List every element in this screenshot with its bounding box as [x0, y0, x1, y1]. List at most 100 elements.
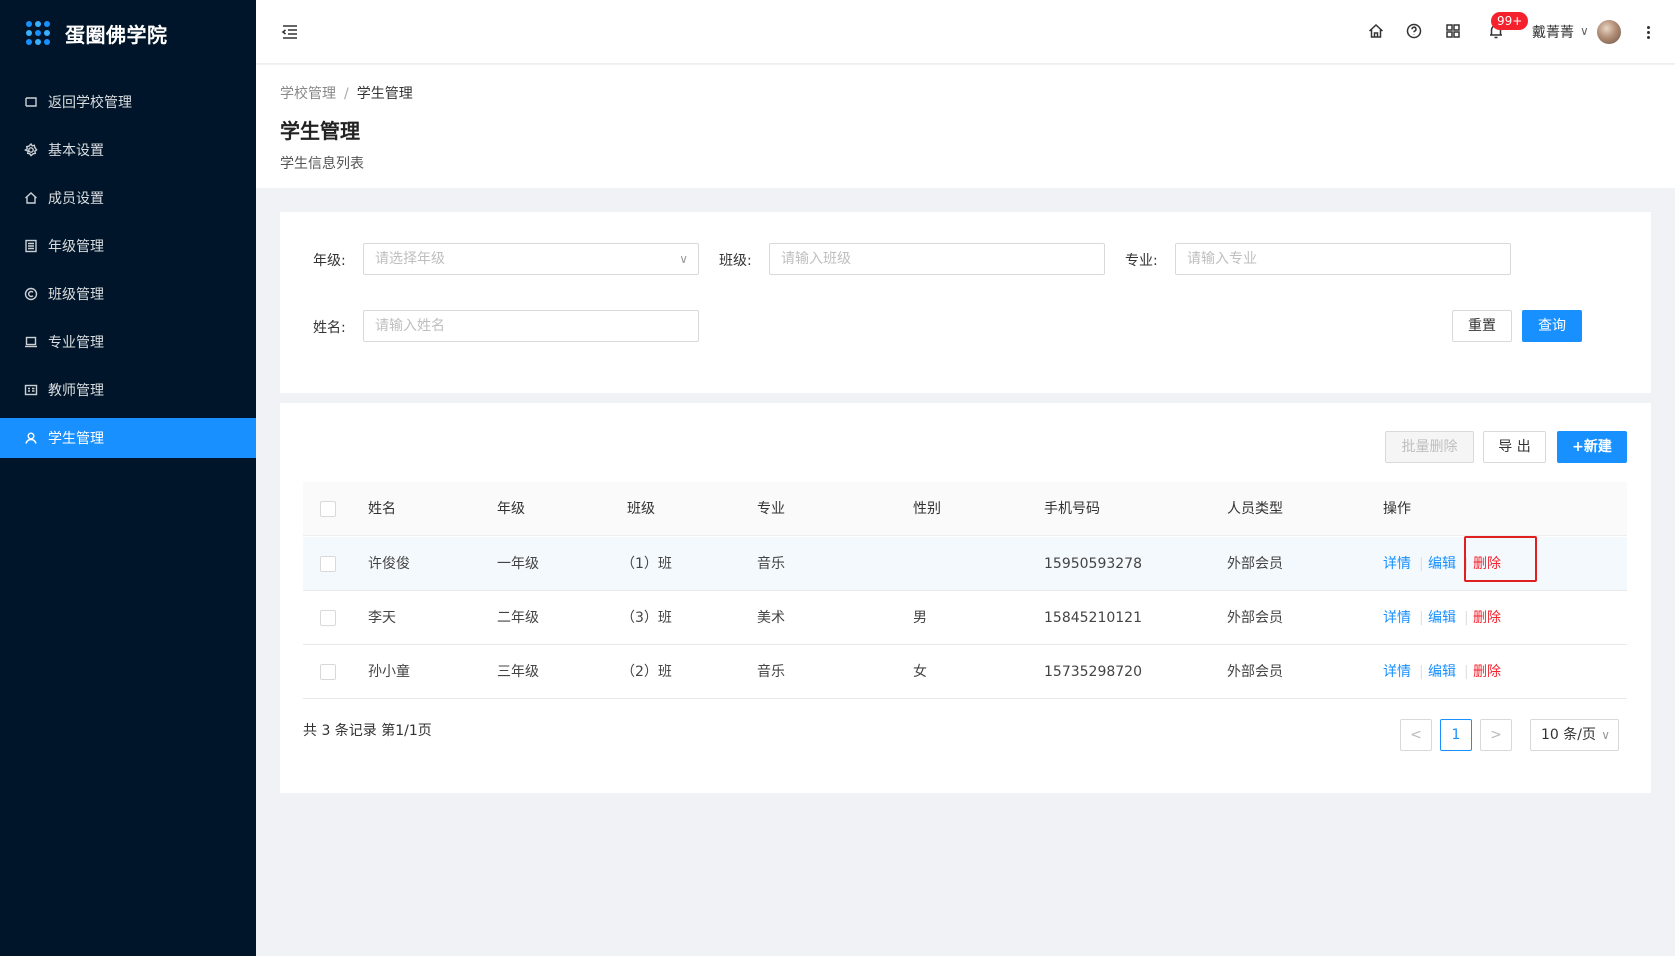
chevron-down-icon: ∨	[1601, 728, 1610, 742]
row-checkbox[interactable]	[320, 664, 336, 680]
back-icon	[24, 95, 38, 109]
column-header: 手机号码	[1044, 501, 1100, 517]
sidebar-item-grades[interactable]: 年级管理	[0, 226, 256, 266]
page-size-value: 10 条/页	[1541, 727, 1596, 743]
sidebar-item-label: 专业管理	[48, 335, 104, 351]
page-size-select[interactable]: 10 条/页 ∨	[1530, 719, 1619, 751]
logo[interactable]: 蛋圈佛学院	[0, 0, 256, 66]
name-label: 姓名:	[313, 320, 346, 336]
table-header: 姓名 年级 班级 专业 性别 手机号码 人员类型 操作	[303, 482, 1627, 536]
cell-gender: 女	[913, 664, 927, 680]
column-header: 性别	[913, 501, 941, 517]
reset-button[interactable]: 重置	[1452, 310, 1512, 342]
export-button[interactable]: 导 出	[1483, 431, 1546, 463]
table-row[interactable]: 孙小童 三年级 （2）班 音乐 女 15735298720 外部会员 详情 | …	[303, 645, 1627, 699]
name-placeholder: 请输入姓名	[375, 318, 445, 334]
breadcrumb-separator: /	[344, 86, 349, 102]
sidebar-item-label: 教师管理	[48, 383, 104, 399]
grade-label: 年级:	[313, 253, 346, 269]
breadcrumb-parent[interactable]: 学校管理	[280, 86, 336, 102]
user-name[interactable]: 戴菁菁	[1532, 22, 1574, 42]
cell-phone: 15950593278	[1044, 556, 1142, 572]
student-table-card: 批量删除 导 出 +新建 姓名 年级 班级 专业 性别 手机号码 人员类型 操作…	[280, 403, 1651, 793]
chevron-down-icon[interactable]: ∨	[1580, 24, 1589, 38]
top-header	[256, 0, 1675, 64]
sidebar-item-basic-settings[interactable]: 基本设置	[0, 130, 256, 170]
detail-link[interactable]: 详情	[1383, 591, 1411, 645]
name-input[interactable]: 请输入姓名	[363, 310, 699, 342]
sidebar-item-teachers[interactable]: 教师管理	[0, 370, 256, 410]
notification-badge: 99+	[1491, 12, 1529, 30]
menu-fold-icon[interactable]	[280, 22, 300, 42]
cell-major: 音乐	[757, 556, 785, 572]
detail-link[interactable]: 详情	[1383, 537, 1411, 591]
major-label: 专业:	[1125, 253, 1158, 269]
list-icon	[24, 239, 38, 253]
detail-link[interactable]: 详情	[1383, 645, 1411, 699]
row-checkbox[interactable]	[320, 556, 336, 572]
grade-select[interactable]: 请选择年级 ∨	[363, 243, 699, 275]
page-title: 学生管理	[280, 119, 360, 143]
major-input[interactable]: 请输入专业	[1175, 243, 1511, 275]
column-header: 操作	[1383, 501, 1411, 517]
page-header: 学校管理 / 学生管理 学生管理 学生信息列表	[256, 65, 1675, 188]
action-separator: |	[1419, 664, 1424, 680]
cell-gender: 男	[913, 610, 927, 626]
class-input[interactable]: 请输入班级	[769, 243, 1105, 275]
column-header: 年级	[497, 501, 525, 517]
breadcrumb: 学校管理 / 学生管理	[280, 83, 413, 103]
sidebar-menu: 返回学校管理 基本设置 成员设置 年级管理 班级管理 专业管理 教师管理 学生管…	[0, 82, 256, 458]
app-title: 蛋圈佛学院	[65, 22, 168, 47]
new-button[interactable]: +新建	[1557, 431, 1627, 463]
table-row[interactable]: 李天 二年级 （3）班 美术 男 15845210121 外部会员 详情 | 编…	[303, 591, 1627, 645]
page-1-button[interactable]: 1	[1440, 719, 1472, 751]
delete-link[interactable]: 删除	[1473, 537, 1501, 591]
action-separator: |	[1419, 556, 1424, 572]
class-label: 班级:	[719, 253, 752, 269]
sidebar-item-majors[interactable]: 专业管理	[0, 322, 256, 362]
id-card-icon	[24, 383, 38, 397]
gear-icon	[24, 143, 38, 157]
sidebar-item-label: 返回学校管理	[48, 95, 132, 111]
delete-link[interactable]: 删除	[1473, 645, 1501, 699]
cell-type: 外部会员	[1227, 556, 1283, 572]
action-separator: |	[1419, 610, 1424, 626]
table-row[interactable]: 许俊俊 一年级 （1）班 音乐 15950593278 外部会员 详情 | 编辑…	[303, 537, 1627, 591]
action-separator: |	[1464, 610, 1469, 626]
sidebar-item-students[interactable]: 学生管理	[0, 418, 256, 458]
row-checkbox[interactable]	[320, 610, 336, 626]
query-button[interactable]: 查询	[1522, 310, 1582, 342]
edit-link[interactable]: 编辑	[1428, 537, 1456, 591]
question-icon[interactable]	[1405, 22, 1423, 40]
sidebar-item-label: 年级管理	[48, 239, 104, 255]
cell-name: 许俊俊	[368, 556, 410, 572]
batch-delete-button[interactable]: 批量删除	[1385, 431, 1474, 463]
next-page-button[interactable]: >	[1480, 719, 1512, 751]
cell-phone: 15735298720	[1044, 664, 1142, 680]
edit-link[interactable]: 编辑	[1428, 591, 1456, 645]
column-header: 班级	[627, 501, 655, 517]
sidebar-item-classes[interactable]: 班级管理	[0, 274, 256, 314]
sidebar-item-label: 基本设置	[48, 143, 104, 159]
pagination-total: 共 3 条记录 第1/1页	[303, 723, 432, 739]
class-placeholder: 请输入班级	[781, 251, 851, 267]
column-header: 人员类型	[1227, 501, 1283, 517]
sidebar-item-back[interactable]: 返回学校管理	[0, 82, 256, 122]
grid-logo-icon	[26, 21, 50, 45]
sidebar-item-members[interactable]: 成员设置	[0, 178, 256, 218]
prev-page-button[interactable]: <	[1400, 719, 1432, 751]
cell-major: 音乐	[757, 664, 785, 680]
select-all-checkbox[interactable]	[320, 501, 336, 517]
sidebar-item-label: 学生管理	[48, 431, 104, 447]
breadcrumb-current: 学生管理	[356, 86, 413, 102]
avatar[interactable]	[1597, 20, 1621, 44]
apps-icon[interactable]	[1444, 22, 1462, 40]
cell-name: 李天	[368, 610, 396, 626]
more-vertical-icon[interactable]	[1645, 20, 1651, 44]
delete-link[interactable]: 删除	[1473, 591, 1501, 645]
home-icon[interactable]	[1367, 22, 1385, 40]
copyright-icon	[24, 287, 38, 301]
edit-link[interactable]: 编辑	[1428, 645, 1456, 699]
major-placeholder: 请输入专业	[1187, 251, 1257, 267]
action-separator: |	[1464, 556, 1469, 572]
